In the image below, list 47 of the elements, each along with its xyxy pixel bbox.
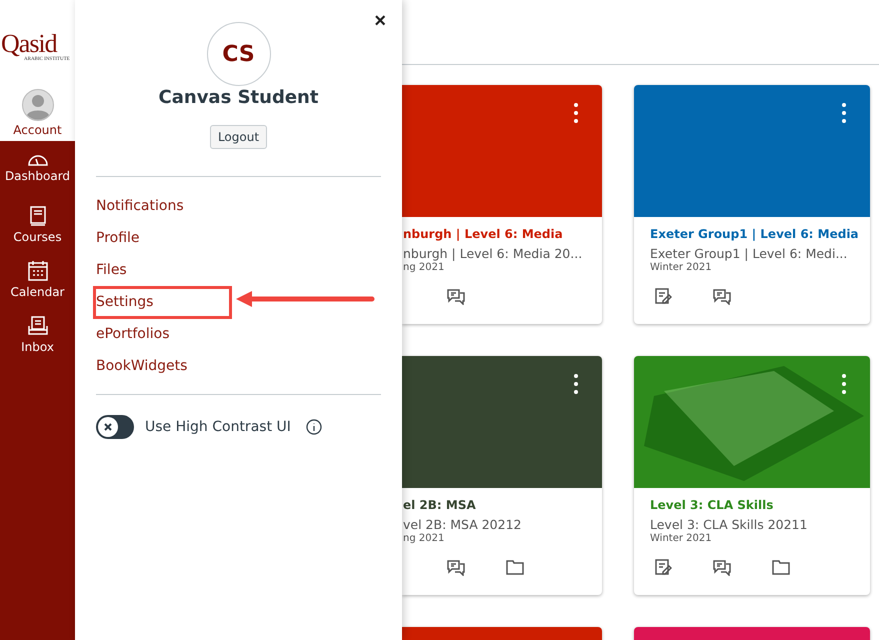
avatar-icon (22, 88, 54, 120)
user-name: Canvas Student (158, 87, 318, 108)
more-icon[interactable] (842, 103, 846, 123)
nav-item[interactable]: Account (0, 84, 75, 141)
toggle-switch[interactable] (96, 415, 134, 439)
calendar-icon (26, 258, 50, 282)
more-icon[interactable] (574, 103, 578, 123)
more-icon[interactable] (574, 374, 578, 394)
discussion-icon (447, 287, 465, 306)
speedometer-icon (26, 154, 48, 167)
course-title[interactable]: Exeter Group1 | Level 6: Media (650, 227, 858, 241)
assignment-icon (654, 287, 672, 306)
menu-link[interactable]: Settings (96, 289, 230, 316)
course-name: nburgh | Level 6: Media 20... (403, 246, 584, 262)
discussion-icon (713, 287, 731, 306)
course-name: Level 3: CLA Skills 20211 (650, 517, 808, 533)
course-card[interactable]: nburgh | Level 6: Media nburgh | Level 6: Media 20... ng 2021 (402, 85, 602, 324)
discussion-icon (713, 558, 731, 576)
info-icon[interactable] (306, 419, 322, 435)
inbox-icon (26, 314, 50, 338)
logout-button[interactable]: Logout (210, 125, 268, 149)
course-card[interactable]: Exeter Group1 | Level 6: Media Exeter Group1 | Level 6: Medi... Winter 2021 (634, 85, 870, 324)
more-icon[interactable] (842, 374, 846, 394)
menu-link[interactable]: BookWidgets (96, 356, 188, 377)
menu-link[interactable]: ePortfolios (96, 324, 170, 345)
course-title[interactable]: nburgh | Level 6: Media (403, 227, 590, 241)
course-name: vel 2B: MSA 20212 (403, 517, 522, 534)
course-term: ng 2021 (403, 262, 446, 274)
course-term: Winter 2021 (650, 533, 713, 544)
course-term: Winter 2021 (650, 262, 713, 274)
close-button[interactable]: × (370, 10, 390, 33)
course-title[interactable]: el 2B: MSA (403, 498, 590, 512)
assignment-icon (654, 558, 672, 576)
course-card[interactable]: Level 3: CLA Skills Level 3: CLA Skills 20211 Winter 2021 (634, 356, 870, 595)
menu-link[interactable]: Notifications (96, 196, 184, 217)
course-card[interactable]: el 2B: MSA vel 2B: MSA 20212 ng 2021 (402, 356, 602, 595)
course-title[interactable]: Level 3: CLA Skills (650, 498, 858, 512)
course-name: Exeter Group1 | Level 6: Medi... (650, 246, 848, 262)
avatar-initials: CS (206, 22, 270, 86)
folder-icon (772, 558, 790, 576)
menu-link[interactable]: Profile (96, 228, 140, 249)
discussion-icon (447, 558, 465, 576)
folder-icon (506, 558, 524, 576)
toggle-label: Use High Contrast UI (145, 419, 291, 435)
menu-link[interactable]: Files (96, 260, 127, 281)
x-icon (103, 422, 113, 432)
course-term: ng 2021 (403, 533, 446, 544)
